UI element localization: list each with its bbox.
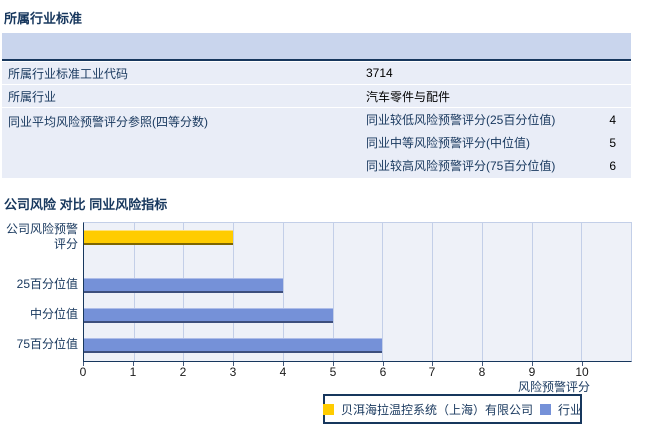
axis-tick-label: 9 — [528, 365, 536, 379]
axis-tick-label: 7 — [428, 365, 436, 379]
row-value-industry: 汽车零件与配件 — [366, 89, 451, 104]
gridline — [382, 223, 384, 361]
subrow-label: 同业较高风险预警评分(75百分位值) — [366, 159, 556, 173]
company-legend-swatch-icon — [322, 403, 334, 415]
industry-legend-swatch-icon — [540, 403, 551, 415]
axis-tick-label: 4 — [279, 365, 287, 379]
table-row: 所属行业标准工业代码 3714 — [2, 62, 631, 84]
plot-area — [83, 222, 632, 362]
subrow-label: 同业较低风险预警评分(25百分位值) — [366, 113, 556, 127]
axis-tick-label: 2 — [179, 365, 187, 379]
category-label-75th-percentile: 75百分位值 — [16, 337, 78, 351]
gridline — [481, 223, 483, 361]
axis-tick-label: 1 — [129, 365, 137, 379]
subrow-label: 同业中等风险预警评分(中位值) — [366, 136, 530, 150]
category-label-25th-percentile: 25百分位值 — [16, 277, 78, 291]
subrow-low-percentile: 同业较低风险预警评分(25百分位值) 4 — [366, 108, 631, 131]
table-header-band — [2, 33, 631, 59]
x-axis-title: 风险预警评分 — [517, 380, 590, 394]
row-label-peer-average: 同业平均风险预警评分参照(四等分数) — [8, 115, 208, 129]
subrow-median: 同业中等风险预警评分(中位值) 5 — [366, 131, 631, 154]
gridline — [581, 223, 583, 361]
bar-industry-75th — [84, 338, 383, 353]
bar-company-score — [84, 230, 234, 245]
row-label-industry: 所属行业 — [8, 89, 57, 104]
subrow-value: 4 — [609, 112, 616, 127]
row-value-sic-code: 3714 — [366, 66, 393, 80]
industry-standard-table: 所属行业标准工业代码 3714 所属行业 汽车零件与配件 同业平均风险预警评分参… — [2, 33, 631, 178]
category-label-company-score: 公司风险预警 评分 — [5, 222, 78, 251]
axis-tick-label: 3 — [229, 365, 237, 379]
row-label-sic-code: 所属行业标准工业代码 — [8, 66, 129, 81]
table-row: 所属行业 汽车零件与配件 — [2, 85, 631, 107]
category-label-median: 中分位值 — [29, 307, 78, 321]
axis-tick-label: 8 — [478, 365, 486, 379]
subrow-value: 6 — [609, 158, 616, 173]
industry-legend-label: 行业 — [558, 402, 583, 417]
axis-tick-label: 5 — [329, 365, 337, 379]
axis-tick-label: 6 — [379, 365, 387, 379]
subrow-high-percentile: 同业较高风险预警评分(75百分位值) 6 — [366, 154, 631, 177]
industry-standard-section-title: 所属行业标准 — [4, 11, 83, 26]
risk-comparison-section-title: 公司风险 对比 同业风险指标 — [4, 197, 168, 212]
table-header-divider — [2, 59, 631, 61]
gridline — [531, 223, 533, 361]
table-row: 同业平均风险预警评分参照(四等分数) 同业较低风险预警评分(25百分位值) 4 … — [2, 108, 631, 178]
peer-score-subtable: 同业较低风险预警评分(25百分位值) 4 同业中等风险预警评分(中位值) 5 同… — [366, 108, 631, 177]
risk-report-page: 所属行业标准 所属行业标准工业代码 3714 所属行业 汽车零件与配件 同业平均… — [0, 0, 646, 432]
axis-tick-label: 10 — [575, 365, 589, 379]
bar-industry-median — [84, 308, 333, 323]
axis-tick-label: 0 — [79, 365, 87, 379]
gridline — [432, 223, 434, 361]
bar-industry-25th — [84, 278, 283, 293]
company-legend-label: 贝洱海拉温控系统（上海）有限公司 — [340, 402, 533, 417]
subrow-value: 5 — [609, 135, 616, 150]
chart-legend: 贝洱海拉温控系统（上海）有限公司 行业 — [322, 394, 583, 424]
